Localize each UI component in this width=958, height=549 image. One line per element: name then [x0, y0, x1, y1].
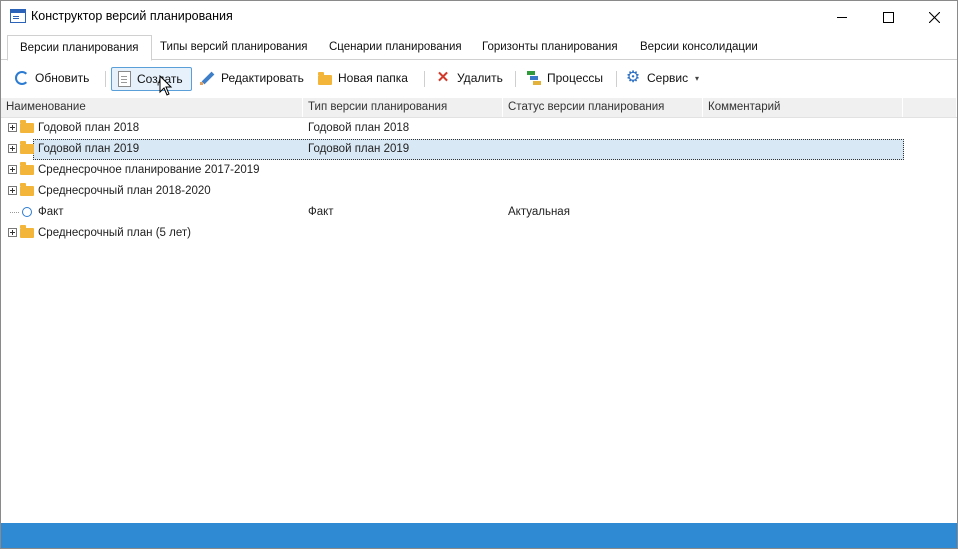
row-name: Среднесрочное планирование 2017-2019 — [38, 164, 260, 176]
app-window: Конструктор версий планирования Версии п… — [0, 0, 958, 549]
edit-button[interactable]: Редактировать — [199, 67, 304, 89]
row-name: Годовой план 2018 — [38, 122, 140, 134]
table-row[interactable]: Годовой план 2019 Годовой план 2019 — [1, 139, 957, 160]
table-row[interactable]: Годовой план 2018 Годовой план 2018 — [1, 118, 957, 139]
window-title: Конструктор версий планирования — [31, 9, 233, 23]
processes-icon — [525, 70, 541, 86]
tab-planning-versions[interactable]: Версии планирования — [7, 35, 152, 61]
maximize-button[interactable] — [865, 1, 911, 33]
service-dropdown-arrow[interactable]: ▾ — [695, 67, 699, 89]
refresh-label: Обновить — [35, 71, 90, 85]
close-icon — [928, 11, 940, 23]
expand-icon[interactable] — [8, 186, 17, 195]
expand-icon[interactable] — [8, 123, 17, 132]
service-button[interactable]: ⚙ Сервис — [625, 67, 688, 89]
folder-icon — [20, 225, 34, 238]
row-type: Факт — [308, 206, 334, 218]
tab-scenarios[interactable]: Сценарии планирования — [317, 35, 474, 59]
refresh-icon — [15, 71, 29, 85]
processes-label: Процессы — [547, 71, 604, 85]
expand-icon[interactable] — [8, 144, 17, 153]
column-header-filler — [903, 98, 957, 117]
table-row[interactable]: Среднесрочное планирование 2017-2019 — [1, 160, 957, 181]
row-type: Годовой план 2018 — [308, 122, 410, 134]
grid-header: Наименование Тип версии планирования Ста… — [1, 98, 957, 118]
toolbar-separator — [424, 71, 425, 87]
toolbar: Обновить Создать Редактировать Новая пап… — [1, 64, 957, 92]
column-header-name[interactable]: Наименование — [1, 98, 303, 117]
document-icon — [118, 71, 131, 87]
chevron-down-icon: ▾ — [695, 73, 700, 83]
folder-icon — [20, 183, 34, 196]
folder-icon — [20, 162, 34, 175]
close-button[interactable] — [911, 1, 957, 33]
delete-label: Удалить — [457, 71, 503, 85]
table-row[interactable]: Среднесрочный план (5 лет) — [1, 223, 957, 244]
column-header-status[interactable]: Статус версии планирования — [503, 98, 703, 117]
maximize-icon — [882, 11, 894, 23]
service-label: Сервис — [647, 71, 689, 85]
delete-x-icon: ✕ — [436, 69, 450, 86]
tab-horizons[interactable]: Горизонты планирования — [470, 35, 630, 59]
create-button[interactable]: Создать — [111, 67, 192, 91]
column-header-comment[interactable]: Комментарий — [703, 98, 903, 117]
toolbar-separator — [515, 71, 516, 87]
minimize-button[interactable] — [819, 1, 865, 33]
tab-version-types[interactable]: Типы версий планирования — [148, 35, 319, 59]
tab-consolidation-versions[interactable]: Версии консолидации — [628, 35, 770, 59]
table-row[interactable]: Факт Факт Актуальная — [1, 202, 957, 223]
folder-icon — [20, 120, 34, 133]
expand-icon[interactable] — [8, 228, 17, 237]
status-bar — [1, 523, 957, 548]
row-name: Годовой план 2019 — [38, 143, 140, 155]
new-folder-label: Новая папка — [338, 71, 408, 85]
folder-icon — [20, 141, 34, 154]
app-window-icon — [10, 9, 26, 23]
mouse-cursor-icon — [159, 75, 173, 96]
tree-connector — [10, 212, 19, 214]
folder-icon — [318, 71, 332, 85]
title-bar: Конструктор версий планирования — [1, 1, 957, 33]
pencil-icon — [199, 70, 215, 86]
selection-highlight — [33, 139, 904, 160]
toolbar-separator — [105, 71, 106, 87]
row-name: Среднесрочный план (5 лет) — [38, 227, 191, 239]
tab-bar: Версии планирования Типы версий планиров… — [1, 35, 957, 61]
column-header-type[interactable]: Тип версии планирования — [303, 98, 503, 117]
row-name: Среднесрочный план 2018-2020 — [38, 185, 211, 197]
minimize-icon — [837, 16, 847, 18]
gear-icon: ⚙ — [625, 69, 641, 86]
expand-icon[interactable] — [8, 165, 17, 174]
row-status: Актуальная — [508, 206, 570, 218]
version-circle-icon — [22, 207, 32, 217]
delete-button[interactable]: ✕ Удалить — [435, 67, 503, 89]
toolbar-separator — [616, 71, 617, 87]
row-type: Годовой план 2019 — [308, 143, 410, 155]
table-row[interactable]: Среднесрочный план 2018-2020 — [1, 181, 957, 202]
processes-button[interactable]: Процессы — [525, 67, 603, 89]
edit-label: Редактировать — [221, 71, 304, 85]
refresh-button[interactable]: Обновить — [13, 67, 89, 89]
new-folder-button[interactable]: Новая папка — [318, 67, 408, 89]
row-name: Факт — [38, 206, 64, 218]
